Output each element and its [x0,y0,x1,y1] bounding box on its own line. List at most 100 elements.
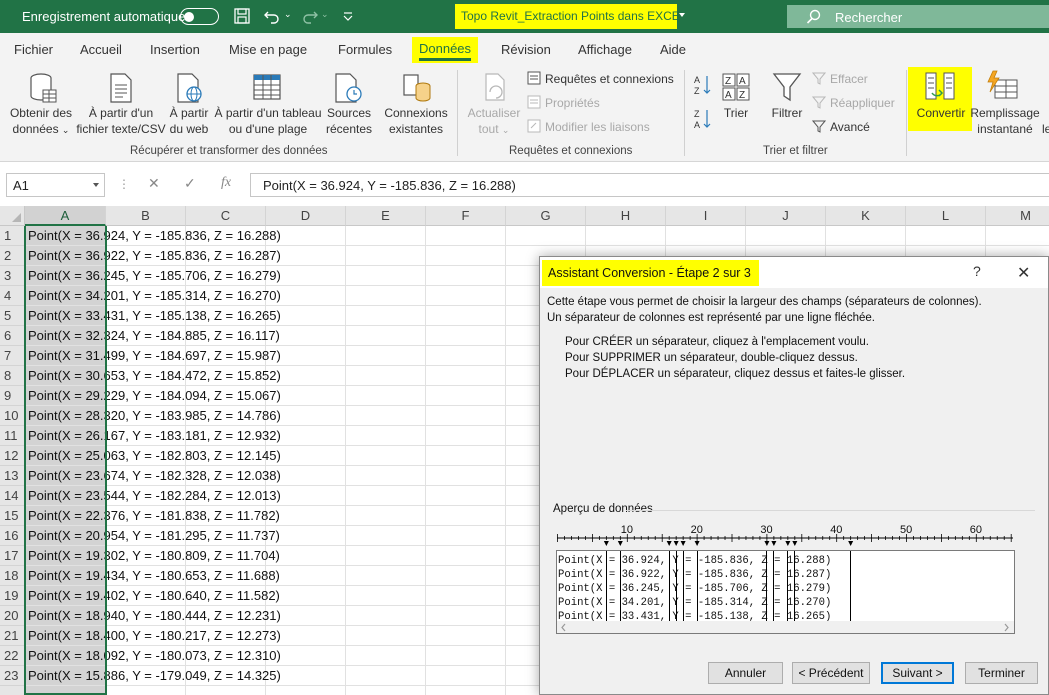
refresh-all-button[interactable]: Actualiser tout ⌄ [464,105,524,138]
row-header[interactable]: 2 [0,246,25,266]
row-header[interactable]: 17 [0,546,25,566]
row-header[interactable]: 13 [0,466,25,486]
help-icon[interactable]: ? [973,263,981,279]
chevron-down-icon[interactable] [679,13,685,17]
tab-formules[interactable]: Formules [338,42,392,57]
column-header-h[interactable]: H [586,206,666,226]
existing-connections-button[interactable]: Connexions existantes [381,105,451,137]
preview-box[interactable]: Point(X = 36.924, Y = -185.836, Z = 16.2… [556,550,1015,634]
separator-arrow[interactable] [680,541,686,546]
chevron-down-icon[interactable] [93,183,99,187]
document-title[interactable]: Topo Revit_Extraction Points dans EXCEL [455,4,686,29]
customize-qat-icon[interactable] [338,6,358,26]
clear-filter-button[interactable]: Effacer [812,71,868,87]
reapply-button[interactable]: Réappliquer [812,95,895,111]
autosave-toggle[interactable] [180,8,219,25]
queries-connections-button[interactable]: Requêtes et connexions [527,71,674,87]
insert-function-icon[interactable]: fx [221,175,231,191]
tab-fichier[interactable]: Fichier [14,42,53,57]
sort-button[interactable]: Trier [718,105,754,121]
row-header[interactable]: 3 [0,266,25,286]
formula-input[interactable]: Point(X = 36.924, Y = -185.836, Z = 16.2… [250,173,1049,197]
separator-arrow[interactable] [764,541,770,546]
row-header[interactable]: 23 [0,666,25,686]
flash-fill-button[interactable]: Remplissage instantané [968,105,1042,137]
separator-arrow[interactable] [694,541,700,546]
column-header-j[interactable]: J [746,206,826,226]
edit-links-button[interactable]: Modifier les liaisons [527,119,650,135]
row-header[interactable]: 6 [0,326,25,346]
sort-az-button[interactable]: AZ [694,74,712,99]
horizontal-scrollbar[interactable] [557,621,1014,633]
row-header[interactable]: 4 [0,286,25,306]
column-header-b[interactable]: B [106,206,186,226]
advanced-filter-button[interactable]: Avancé [812,119,870,135]
obtenir-donnees-button[interactable]: Obtenir des données ⌄ [6,105,76,138]
name-box[interactable]: A1 [6,173,105,197]
from-web-button[interactable]: À partir du web [166,105,212,137]
row-header[interactable]: 10 [0,406,25,426]
row-header[interactable]: 21 [0,626,25,646]
column-header-c[interactable]: C [186,206,266,226]
column-header-d[interactable]: D [266,206,346,226]
vertical-scrollbar[interactable] [1014,551,1015,621]
column-header-k[interactable]: K [826,206,906,226]
separator-arrow[interactable] [603,541,609,546]
save-icon[interactable] [232,6,252,26]
separator-arrow[interactable] [792,541,798,546]
finish-button[interactable]: Terminer [965,662,1038,684]
from-text-csv-button[interactable]: À partir d'un fichier texte/CSV [75,105,167,137]
recent-sources-button[interactable]: Sources récentes [323,105,375,137]
column-header-i[interactable]: I [666,206,746,226]
search-box[interactable]: Rechercher [787,5,1049,28]
row-header[interactable]: 7 [0,346,25,366]
undo-icon[interactable] [262,6,282,26]
select-all-corner[interactable] [0,206,25,226]
filter-button[interactable]: Filtrer [768,105,806,121]
row-header[interactable]: 12 [0,446,25,466]
previous-button[interactable]: < Précédent [792,662,870,684]
separator-arrow[interactable] [673,541,679,546]
sort-za-button[interactable]: ZA [694,108,712,134]
tab-affichage[interactable]: Affichage [578,42,632,57]
row-header[interactable]: 11 [0,426,25,446]
row-header[interactable]: 20 [0,606,25,626]
cancel-button[interactable]: Annuler [708,662,783,684]
row-header[interactable]: 15 [0,506,25,526]
more-options-icon[interactable]: ⋮ [118,177,130,191]
close-icon[interactable]: ✕ [1017,263,1030,283]
separator-arrow[interactable] [848,541,854,546]
separator-arrow[interactable] [785,541,791,546]
column-header-f[interactable]: F [426,206,506,226]
row-header[interactable]: 19 [0,586,25,606]
row-header[interactable]: 8 [0,366,25,386]
next-button[interactable]: Suivant > [881,662,954,684]
row-header[interactable]: 1 [0,226,25,246]
cancel-icon[interactable]: ✕ [148,175,160,192]
column-header-l[interactable]: L [906,206,986,226]
convert-button[interactable]: Convertir [910,105,972,121]
separator-arrow[interactable] [771,541,777,546]
row-header[interactable]: 9 [0,386,25,406]
column-header-m[interactable]: M [986,206,1049,226]
tab-insertion[interactable]: Insertion [150,42,200,57]
tab-donnees[interactable]: Données [412,37,479,63]
row-header[interactable]: 14 [0,486,25,506]
tab-aide[interactable]: Aide [660,42,686,57]
row-header[interactable]: 16 [0,526,25,546]
redo-icon[interactable] [300,6,320,26]
column-header-e[interactable]: E [346,206,426,226]
row-header[interactable] [0,686,25,695]
tab-accueil[interactable]: Accueil [80,42,122,57]
separator-arrow[interactable] [666,541,672,546]
column-ruler[interactable]: 10 20 30 40 50 60 [557,524,1017,546]
properties-button[interactable]: Propriétés [527,95,600,111]
row-header[interactable]: 22 [0,646,25,666]
row-header[interactable]: 18 [0,566,25,586]
column-header-a[interactable]: A [25,206,106,226]
tab-mise-en-page[interactable]: Mise en page [229,42,307,57]
tab-revision[interactable]: Révision [501,42,551,57]
row-header[interactable]: 5 [0,306,25,326]
enter-icon[interactable]: ✓ [184,175,196,192]
from-table-button[interactable]: À partir d'un tableau ou d'une plage [211,105,325,137]
